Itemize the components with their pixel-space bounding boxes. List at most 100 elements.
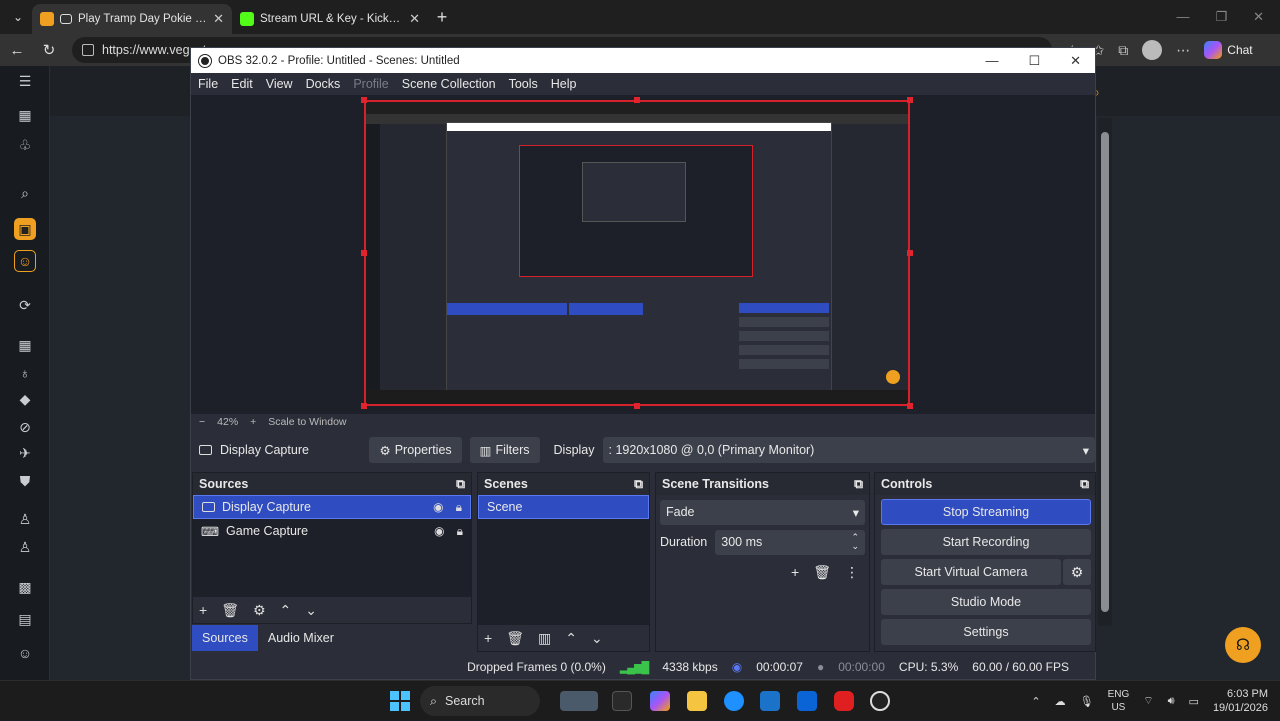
resize-handle[interactable] (907, 250, 913, 256)
trash-icon[interactable]: 🗑︎ (813, 564, 831, 581)
tab-actions-menu-icon[interactable]: ⌄ (4, 4, 32, 30)
outlook-icon[interactable] (797, 691, 817, 711)
community-icon[interactable]: ☺ (14, 250, 36, 272)
undock-icon[interactable]: ⧉ (634, 477, 643, 492)
start-virtual-camera-button[interactable]: Start Virtual Camera (881, 559, 1061, 585)
site-scrollbar[interactable] (1098, 118, 1112, 626)
zoom-in-button[interactable]: + (250, 416, 256, 428)
browser-tab-active[interactable]: Play Tramp Day Pokie Online ✕ (32, 4, 232, 34)
move-down-icon[interactable]: ⌄ (305, 602, 317, 619)
maximize-icon[interactable]: ❐ (1215, 9, 1227, 25)
battery-icon[interactable]: ▭ (1189, 695, 1199, 708)
virtual-camera-settings-gear-icon[interactable]: ⚙ (1063, 559, 1091, 585)
copilot-icon[interactable] (650, 691, 670, 711)
add-icon[interactable]: + (199, 602, 207, 618)
wallet-icon[interactable]: ▣ (14, 218, 36, 240)
resize-handle[interactable] (361, 403, 367, 409)
source-item-game-capture[interactable]: ⌨ Game Capture ◉ 🔒︎ (193, 519, 471, 543)
recent-icon[interactable]: ⟳ (14, 294, 36, 316)
eye-icon[interactable]: ◉ (433, 500, 443, 515)
gear-icon[interactable]: ⚙ (253, 602, 266, 619)
start-recording-button[interactable]: Start Recording (881, 529, 1091, 555)
menu-help[interactable]: Help (551, 77, 577, 91)
stop-streaming-button[interactable]: Stop Streaming (881, 499, 1091, 525)
file-explorer-icon[interactable] (687, 691, 707, 711)
menu-scene-collection[interactable]: Scene Collection (402, 77, 496, 91)
promo-icon[interactable]: ▩ (14, 576, 36, 598)
spin-arrows-icon[interactable]: ⌃ ⌄ (851, 533, 859, 551)
move-up-icon[interactable]: ⌃ (565, 630, 577, 647)
windows-start-icon[interactable] (390, 691, 410, 711)
widgets-icon[interactable] (560, 691, 598, 711)
close-icon[interactable]: ✕ (1253, 9, 1264, 25)
site-info-icon[interactable] (82, 44, 94, 56)
volume-icon[interactable]: 🔊︎ (1168, 695, 1175, 708)
sports-icon[interactable]: ⊘ (14, 416, 36, 438)
clock[interactable]: 6:03 PM 19/01/2026 (1213, 687, 1268, 715)
move-up-icon[interactable]: ⌃ (280, 602, 292, 619)
menu-view[interactable]: View (266, 77, 293, 91)
cloud-icon[interactable]: ☁ (1055, 695, 1066, 708)
hamburger-menu-icon[interactable]: ☰ (14, 70, 36, 92)
tab-audio-mixer[interactable]: Audio Mixer (258, 625, 344, 651)
more-menu-icon[interactable]: ⋯ (1176, 42, 1190, 59)
resize-handle[interactable] (634, 97, 640, 103)
trash-icon[interactable]: 🗑︎ (506, 630, 524, 647)
profile-avatar[interactable] (1142, 40, 1163, 60)
tab-close-icon[interactable]: ✕ (409, 11, 420, 27)
back-arrow-icon[interactable]: ← (8, 42, 26, 59)
scroll-thumb[interactable] (1101, 132, 1109, 612)
microphone-icon[interactable]: 🎙︎ (1080, 695, 1094, 708)
new-tab-plus-icon[interactable]: + (428, 7, 456, 28)
collections-icon[interactable]: ⧉ (1118, 42, 1128, 59)
filter-icon[interactable]: ▥ (538, 630, 551, 647)
search-icon[interactable]: ⌕ (14, 182, 36, 204)
undock-icon[interactable]: ⧉ (1080, 477, 1089, 492)
refresh-icon[interactable]: ↻ (40, 41, 58, 59)
transition-select[interactable]: Fade ▾ (660, 499, 865, 525)
resize-handle[interactable] (361, 97, 367, 103)
more-vertical-icon[interactable]: ⋮ (845, 564, 859, 581)
account-icon[interactable]: ♙ (14, 508, 36, 530)
gift-icon[interactable]: ♧ (14, 134, 36, 156)
studio-mode-button[interactable]: Studio Mode (881, 589, 1091, 615)
language-indicator[interactable]: ENG US (1108, 688, 1130, 714)
edge-icon[interactable] (724, 691, 744, 711)
tab-sources[interactable]: Sources (192, 625, 258, 651)
people-icon[interactable]: ☺ (14, 642, 36, 664)
diamond-icon[interactable]: ◆ (14, 388, 36, 410)
menu-docks[interactable]: Docks (306, 77, 341, 91)
settings-button[interactable]: Settings (881, 619, 1091, 645)
zoom-out-button[interactable]: − (199, 416, 205, 428)
shield-icon[interactable]: ⛊ (14, 470, 36, 492)
duration-spinbox[interactable]: 300 ms ⌃ ⌄ (715, 529, 865, 555)
bag-icon[interactable]: ♁ (14, 362, 36, 384)
menu-profile[interactable]: Profile (353, 77, 388, 91)
browser-tab-kick[interactable]: Stream URL & Key - Kick Dashboard ✕ (232, 4, 428, 34)
menu-edit[interactable]: Edit (231, 77, 253, 91)
maximize-icon[interactable]: ☐ (1028, 53, 1040, 69)
minimize-icon[interactable]: — (1176, 9, 1189, 25)
move-down-icon[interactable]: ⌄ (591, 630, 603, 647)
undock-icon[interactable]: ⧉ (854, 477, 863, 492)
scale-to-window[interactable]: Scale to Window (268, 416, 346, 428)
undock-icon[interactable]: ⧉ (456, 477, 465, 492)
casino-icon[interactable]: ▦ (14, 334, 36, 356)
source-item-display-capture[interactable]: Display Capture ◉ 🔒︎ (193, 495, 471, 519)
taskbar-search[interactable]: ⌕ Search (420, 686, 540, 716)
task-view-icon[interactable] (612, 691, 632, 711)
cashier-icon[interactable]: ▤ (14, 608, 36, 630)
close-icon[interactable]: ✕ (1070, 53, 1081, 69)
lock-icon[interactable]: 🔒︎ (456, 500, 462, 515)
trash-icon[interactable]: 🗑︎ (221, 602, 239, 619)
chevron-up-icon[interactable]: ⌃ (1031, 695, 1040, 708)
add-icon[interactable]: + (791, 564, 799, 580)
store-icon[interactable] (760, 691, 780, 711)
copilot-chat-button[interactable]: Chat (1204, 41, 1253, 59)
display-select[interactable]: : 1920x1080 @ 0,0 (Primary Monitor) ▾ (602, 437, 1095, 463)
resize-handle[interactable] (907, 403, 913, 409)
resize-handle[interactable] (361, 250, 367, 256)
minimize-icon[interactable]: — (985, 53, 998, 69)
tab-close-icon[interactable]: ✕ (213, 11, 224, 27)
wifi-icon[interactable]: ⌔ (1143, 694, 1153, 708)
